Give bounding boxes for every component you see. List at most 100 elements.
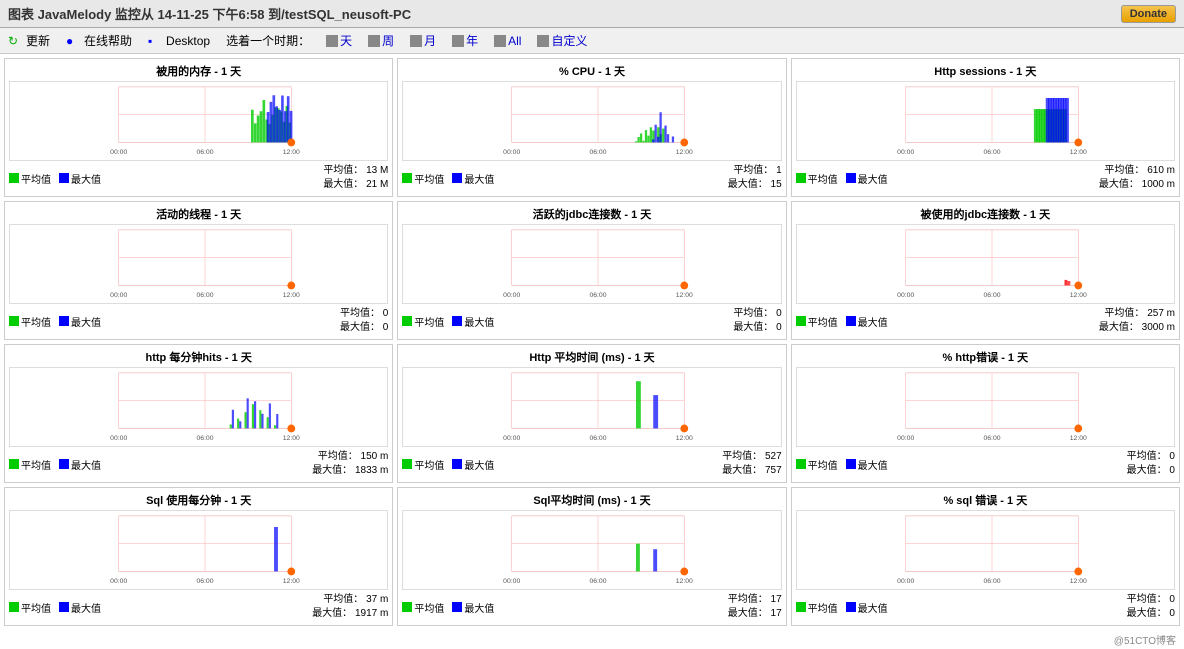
legend-right-active-jdbc: 平均值： 0 最大值： 0 — [733, 307, 781, 335]
legend-right-http-errors: 平均值： 0 最大值： 0 — [1127, 450, 1175, 478]
legend-left-sql-avg-time: 平均值 最大值 — [402, 600, 494, 615]
chart-area-sql-hits: 00:0006:0012:00 — [9, 510, 388, 590]
legend-avg-val-http-sessions: 平均值： 610 m — [1099, 164, 1175, 178]
legend-max-label-used-jdbc: 最大值 — [858, 314, 888, 329]
refresh-label: 更新 — [26, 32, 50, 49]
legend-avg-label-cpu: 平均值 — [414, 171, 444, 186]
svg-text:06:00: 06:00 — [196, 435, 213, 442]
legend-right-sql-avg-time: 平均值： 17 最大值： 17 — [728, 593, 782, 621]
legend-avg-val-active-threads: 平均值： 0 — [340, 307, 388, 321]
help-button[interactable]: ● 在线帮助 — [66, 32, 132, 49]
legend-max-sql-hits: 最大值 — [59, 600, 101, 615]
chart-area-http-errors: 00:0006:0012:00 — [796, 367, 1175, 447]
svg-text:06:00: 06:00 — [983, 578, 1000, 585]
chart-panel-memory[interactable]: 被用的内存 - 1 天00:0006:0012:00 平均值 最大值 平均值： … — [4, 58, 393, 197]
svg-text:06:00: 06:00 — [196, 149, 213, 156]
donate-button[interactable]: Donate — [1121, 5, 1176, 23]
svg-text:00:00: 00:00 — [504, 292, 521, 299]
legend-max-used-jdbc: 最大值 — [846, 314, 888, 329]
legend-avg-label-active-jdbc: 平均值 — [414, 314, 444, 329]
period-all-label: All — [508, 34, 521, 48]
legend-max-val-http-sessions: 最大值： 1000 m — [1099, 178, 1175, 192]
chart-panel-active-jdbc[interactable]: 活跃的jdbc连接数 - 1 天 00:00 06:00 12:00 平均值 最大值 … — [397, 201, 786, 340]
legend-left-active-jdbc: 平均值 最大值 — [402, 314, 494, 329]
legend-max-http-errors: 最大值 — [846, 457, 888, 472]
legend-left-cpu: 平均值 最大值 — [402, 171, 494, 186]
chart-panel-http-avg-time[interactable]: Http 平均时间 (ms) - 1 天00:0006:0012:00 平均值 … — [397, 344, 786, 483]
svg-text:12:00: 12:00 — [676, 149, 693, 156]
legend-left-http-sessions: 平均值 最大值 — [796, 171, 888, 186]
desktop-button[interactable]: ▪ Desktop — [148, 34, 210, 48]
svg-text:12:00: 12:00 — [676, 578, 693, 585]
svg-text:06:00: 06:00 — [590, 292, 607, 299]
svg-text:06:00: 06:00 — [983, 149, 1000, 156]
chart-area-http-hits: 00:0006:0012:00 — [9, 367, 388, 447]
legend-green-box-active-threads — [9, 316, 19, 326]
legend-max-val-http-errors: 最大值： 0 — [1127, 464, 1175, 478]
legend-blue-box-used-jdbc — [846, 316, 856, 326]
chart-panel-http-errors[interactable]: % http错误 - 1 天00:0006:0012:00 平均值 最大值 平均… — [791, 344, 1180, 483]
legend-avg-label-http-hits: 平均值 — [21, 457, 51, 472]
legend-max-val-http-hits: 最大值： 1833 m — [312, 464, 388, 478]
period-week[interactable]: 周 — [368, 32, 394, 49]
period-custom-icon — [537, 35, 549, 47]
chart-panel-sql-avg-time[interactable]: Sql平均时间 (ms) - 1 天00:0006:0012:00 平均值 最大… — [397, 487, 786, 626]
chart-panel-cpu[interactable]: % CPU - 1 天00:0006:0012:00 平均值 最大值 平均值： … — [397, 58, 786, 197]
footer: @51CTO博客 — [0, 630, 1184, 649]
svg-text:06:00: 06:00 — [196, 292, 213, 299]
chart-legend-http-hits: 平均值 最大值 平均值： 150 m 最大值： 1833 m — [9, 450, 388, 478]
legend-avg-val-memory: 平均值： 13 M — [323, 164, 388, 178]
legend-right-http-avg-time: 平均值： 527 最大值： 757 — [722, 450, 781, 478]
legend-avg-val-http-avg-time: 平均值： 527 — [722, 450, 781, 464]
chart-legend-active-jdbc: 平均值 最大值 平均值： 0 最大值： 0 — [402, 307, 781, 335]
legend-right-cpu: 平均值： 1 最大值： 15 — [728, 164, 782, 192]
chart-panel-http-sessions[interactable]: Http sessions - 1 天00:0006:0012:00 平均值 最… — [791, 58, 1180, 197]
svg-text:12:00: 12:00 — [283, 578, 300, 585]
svg-text:00:00: 00:00 — [504, 578, 521, 585]
chart-title-http-sessions: Http sessions - 1 天 — [796, 63, 1175, 79]
legend-blue-box-sql-hits — [59, 602, 69, 612]
chart-panel-http-hits[interactable]: http 每分钟hits - 1 天00:0006:0012:00 平均值 最大… — [4, 344, 393, 483]
legend-avg-label-sql-errors: 平均值 — [808, 600, 838, 615]
chart-panel-sql-hits[interactable]: Sql 使用每分钟 - 1 天00:0006:0012:00 平均值 最大值 平… — [4, 487, 393, 626]
chart-panel-active-threads[interactable]: 活动的线程 - 1 天00:0006:0012:00 平均值 最大值 平均值： … — [4, 201, 393, 340]
legend-green-box-http-errors — [796, 459, 806, 469]
legend-left-http-hits: 平均值 最大值 — [9, 457, 101, 472]
legend-blue-box-http-hits — [59, 459, 69, 469]
period-label: 选着一个时期： — [226, 32, 310, 49]
legend-green-box-sql-errors — [796, 602, 806, 612]
period-all-icon — [494, 35, 506, 47]
chart-title-cpu: % CPU - 1 天 — [402, 63, 781, 79]
chart-title-http-hits: http 每分钟hits - 1 天 — [9, 349, 388, 365]
legend-avg-val-http-errors: 平均值： 0 — [1127, 450, 1175, 464]
legend-avg-val-active-jdbc: 平均值： 0 — [733, 307, 781, 321]
legend-avg-val-http-hits: 平均值： 150 m — [312, 450, 388, 464]
desktop-icon: ▪ — [148, 34, 162, 48]
legend-max-val-memory: 最大值： 21 M — [323, 178, 388, 192]
svg-text:00:00: 00:00 — [110, 435, 127, 442]
chart-legend-cpu: 平均值 最大值 平均值： 1 最大值： 15 — [402, 164, 781, 192]
desktop-label: Desktop — [166, 34, 210, 48]
legend-max-label-http-sessions: 最大值 — [858, 171, 888, 186]
legend-avg-http-hits: 平均值 — [9, 457, 51, 472]
svg-text:12:00: 12:00 — [676, 292, 693, 299]
refresh-button[interactable]: ↻ 更新 — [8, 32, 50, 49]
legend-left-used-jdbc: 平均值 最大值 — [796, 314, 888, 329]
period-all[interactable]: All — [494, 34, 521, 48]
period-week-icon — [368, 35, 380, 47]
period-custom[interactable]: 自定义 — [537, 32, 587, 49]
svg-text:12:00: 12:00 — [283, 149, 300, 156]
svg-text:06:00: 06:00 — [983, 292, 1000, 299]
legend-avg-label-sql-hits: 平均值 — [21, 600, 51, 615]
period-day[interactable]: 天 — [326, 32, 352, 49]
chart-title-sql-hits: Sql 使用每分钟 - 1 天 — [9, 492, 388, 508]
chart-legend-sql-errors: 平均值 最大值 平均值： 0 最大值： 0 — [796, 593, 1175, 621]
help-label: 在线帮助 — [84, 32, 132, 49]
period-year[interactable]: 年 — [452, 32, 478, 49]
svg-text:00:00: 00:00 — [897, 149, 914, 156]
svg-text:06:00: 06:00 — [590, 149, 607, 156]
chart-panel-used-jdbc[interactable]: 被使用的jdbc连接数 - 1 天00:0006:0012:00 平均值 最大值… — [791, 201, 1180, 340]
chart-panel-sql-errors[interactable]: % sql 错误 - 1 天00:0006:0012:00 平均值 最大值 平均… — [791, 487, 1180, 626]
period-month[interactable]: 月 — [410, 32, 436, 49]
chart-title-active-jdbc: 活跃的jdbc连接数 - 1 天 — [402, 206, 781, 222]
